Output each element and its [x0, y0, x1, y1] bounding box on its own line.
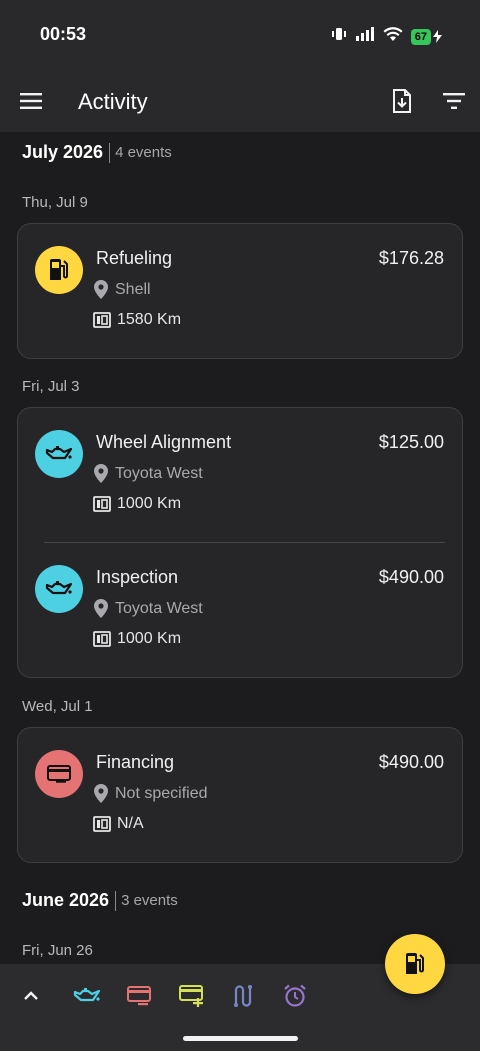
month-divider [109, 142, 111, 163]
expand-button[interactable] [16, 982, 46, 1010]
activity-entry[interactable]: Inspection $490.00 Toyota West 1000 Km [18, 543, 462, 677]
entry-title: Wheel Alignment [96, 432, 232, 452]
month-header: July 2026 4 events [22, 142, 172, 163]
oil-can-icon [35, 430, 83, 478]
signal-icon [355, 27, 375, 46]
export-file-icon[interactable] [389, 88, 415, 114]
wifi-icon [383, 26, 403, 47]
entry-location-text: Not specified [115, 784, 208, 802]
battery-indicator: 67 [410, 28, 442, 45]
entry-location: Not specified [94, 784, 208, 803]
home-indicator [183, 1036, 298, 1041]
entry-amount: $176.28 [378, 248, 444, 268]
status-time: 00:53 [40, 24, 87, 44]
add-expense-button[interactable] [124, 982, 154, 1010]
charging-bolt-icon [433, 30, 442, 43]
day-card: Financing $490.00 Not specified N/A [17, 727, 463, 863]
oil-can-icon [73, 988, 101, 1002]
entry-odometer-text: 1580 Km [117, 311, 182, 328]
entry-amount: $490.00 [378, 567, 444, 587]
menu-icon[interactable] [18, 89, 44, 113]
location-pin-icon [94, 599, 108, 618]
day-label: Fri, Jul 3 [22, 378, 80, 395]
entry-odometer: 1580 Km [93, 311, 181, 329]
chevron-up-icon [24, 991, 38, 1000]
app-bar: Activity [0, 70, 480, 132]
credit-card-add-icon [179, 985, 203, 1007]
page-title: Activity [78, 89, 148, 114]
activity-entry[interactable]: Refueling $176.28 Shell 1580 Km [18, 224, 462, 358]
credit-card-icon [35, 750, 83, 798]
month-event-count: 4 events [115, 144, 172, 161]
entry-odometer-text: 1000 Km [117, 495, 182, 512]
entry-title: Refueling [96, 248, 173, 268]
activity-list[interactable]: July 2026 4 events Thu, Jul 9 Refueling … [0, 132, 480, 964]
alarm-clock-icon [284, 984, 306, 1007]
filter-icon[interactable] [441, 89, 467, 113]
fuel-pump-icon [35, 246, 83, 294]
entry-location-text: Shell [115, 280, 151, 298]
entry-title: Financing [96, 752, 175, 772]
entry-odometer: N/A [93, 815, 144, 833]
screen: 00:53 67 Activity July 2026 4 events Thu… [0, 0, 480, 1051]
credit-card-remove-icon [127, 986, 151, 1006]
activity-entry[interactable]: Financing $490.00 Not specified N/A [18, 728, 462, 862]
month-event-count: 3 events [121, 892, 178, 909]
entry-odometer-text: 1000 Km [117, 630, 182, 647]
oil-can-icon [35, 565, 83, 613]
day-label: Fri, Jun 26 [22, 942, 93, 959]
battery-level: 67 [410, 28, 431, 45]
day-label: Wed, Jul 1 [22, 698, 93, 715]
add-refueling-button[interactable] [385, 934, 445, 994]
odometer-icon [93, 816, 111, 832]
entry-location: Shell [94, 280, 151, 299]
month-divider [115, 890, 117, 911]
entry-odometer-text: N/A [117, 815, 144, 832]
add-income-button[interactable] [177, 982, 207, 1010]
month-title: July 2026 [22, 142, 104, 162]
add-reminder-button[interactable] [280, 982, 310, 1010]
location-pin-icon [94, 784, 108, 803]
fuel-pump-icon [406, 953, 424, 974]
entry-title: Inspection [96, 567, 179, 587]
entry-odometer: 1000 Km [93, 630, 181, 648]
odometer-icon [93, 496, 111, 512]
entry-odometer: 1000 Km [93, 495, 181, 513]
month-title: June 2026 [22, 890, 110, 910]
entry-location: Toyota West [94, 464, 203, 483]
entry-location-text: Toyota West [115, 464, 203, 482]
entry-amount: $125.00 [378, 432, 444, 452]
day-card: Wheel Alignment $125.00 Toyota West 1000… [17, 407, 463, 678]
add-trip-button[interactable] [228, 982, 258, 1010]
route-icon [234, 985, 252, 1007]
entry-location: Toyota West [94, 599, 203, 618]
odometer-icon [93, 312, 111, 328]
location-pin-icon [94, 464, 108, 483]
vibrate-icon [331, 27, 347, 46]
day-card: Refueling $176.28 Shell 1580 Km [17, 223, 463, 359]
entry-amount: $490.00 [378, 752, 444, 772]
odometer-icon [93, 631, 111, 647]
status-icons: 67 [331, 26, 442, 47]
activity-entry[interactable]: Wheel Alignment $125.00 Toyota West 1000… [18, 408, 462, 542]
add-service-button[interactable] [72, 982, 102, 1010]
location-pin-icon [94, 280, 108, 299]
day-label: Thu, Jul 9 [22, 194, 88, 211]
month-header: June 2026 3 events [22, 890, 178, 911]
entry-location-text: Toyota West [115, 599, 203, 617]
status-bar: 00:53 67 [0, 0, 480, 70]
